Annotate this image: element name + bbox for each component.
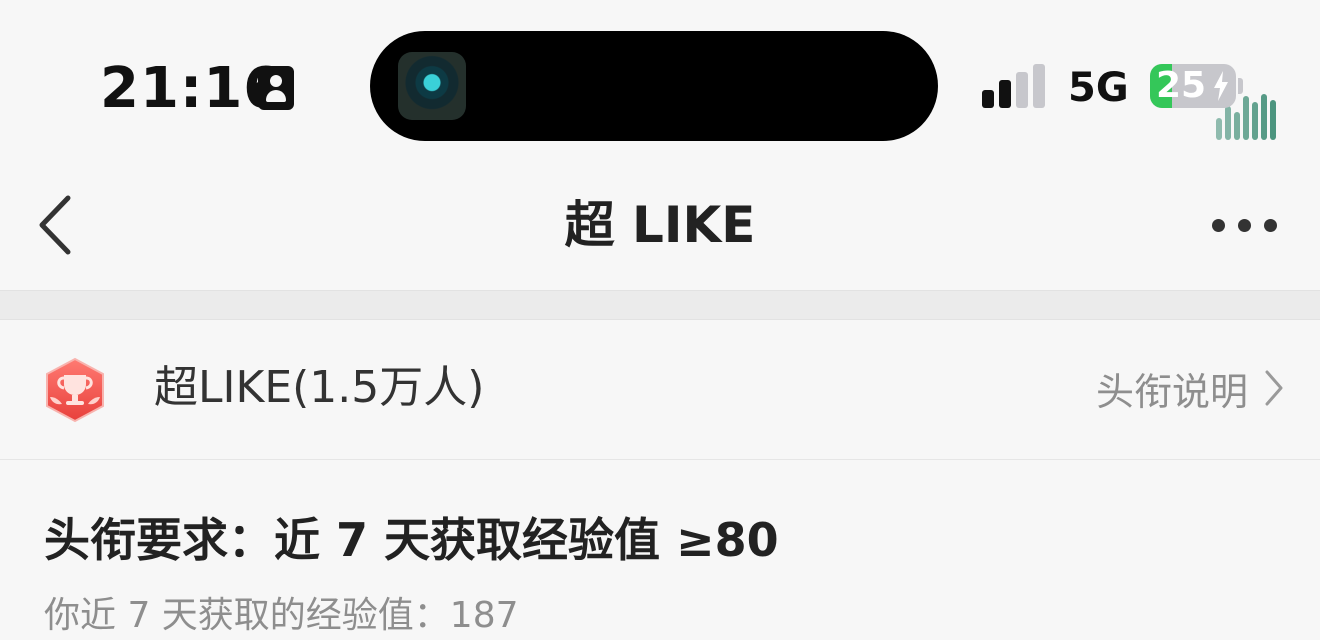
- title-name: 超LIKE(1.5万人): [154, 362, 485, 413]
- network-type: 5G: [1068, 65, 1129, 111]
- waveform-bar: [1216, 118, 1222, 140]
- media-thumbnail-icon[interactable]: [398, 52, 466, 120]
- more-dots-icon-dot: [1238, 219, 1251, 232]
- title-detail-page: 21:16 5G 25 超 LIKE 超LIKE(1.5万人) 头衔说明 头衔要…: [0, 0, 1320, 640]
- signal-bar: [999, 80, 1011, 108]
- waveform-bar: [1243, 96, 1249, 140]
- battery-cap: [1238, 78, 1243, 94]
- requirement-section: 头衔要求：近 7 天获取经验值 ≥80 你近 7 天获取的经验值：187: [0, 460, 1320, 640]
- cellular-signal-icon: [982, 64, 1050, 108]
- charging-bolt-icon: [1214, 71, 1228, 101]
- signal-bar: [1033, 64, 1045, 108]
- more-dots-icon: [1212, 219, 1225, 232]
- title-explain-link[interactable]: 头衔说明: [1096, 358, 1284, 418]
- more-button[interactable]: [1200, 200, 1290, 250]
- page-title: 超 LIKE: [564, 196, 756, 254]
- status-time: 21:16: [100, 56, 284, 121]
- battery-icon: 25: [1150, 64, 1236, 108]
- section-divider: [0, 290, 1320, 320]
- waveform-bar: [1234, 112, 1240, 140]
- dynamic-island[interactable]: [370, 31, 1276, 141]
- waveform-bar: [1252, 102, 1258, 140]
- status-bar: 21:16 5G 25: [0, 0, 1320, 165]
- title-row[interactable]: 超LIKE(1.5万人) 头衔说明: [0, 320, 1320, 460]
- id-badge-icon: [258, 66, 294, 110]
- more-dots-icon-dot: [1264, 219, 1277, 232]
- title-explain-label: 头衔说明: [1095, 369, 1248, 414]
- trophy-badge-icon: [46, 357, 104, 423]
- requirement-title: 头衔要求：近 7 天获取经验值 ≥80: [44, 513, 779, 567]
- nav-bar: 超 LIKE: [0, 165, 1320, 290]
- signal-bar: [1016, 72, 1028, 108]
- chevron-right-icon: [1265, 370, 1283, 406]
- requirement-progress: 你近 7 天获取的经验值：187: [44, 595, 519, 636]
- battery-percent: 25: [1156, 65, 1207, 106]
- waveform-bar: [1270, 100, 1276, 140]
- waveform-bar: [1261, 94, 1267, 140]
- waveform-bar: [1225, 106, 1231, 140]
- signal-bar: [982, 90, 994, 108]
